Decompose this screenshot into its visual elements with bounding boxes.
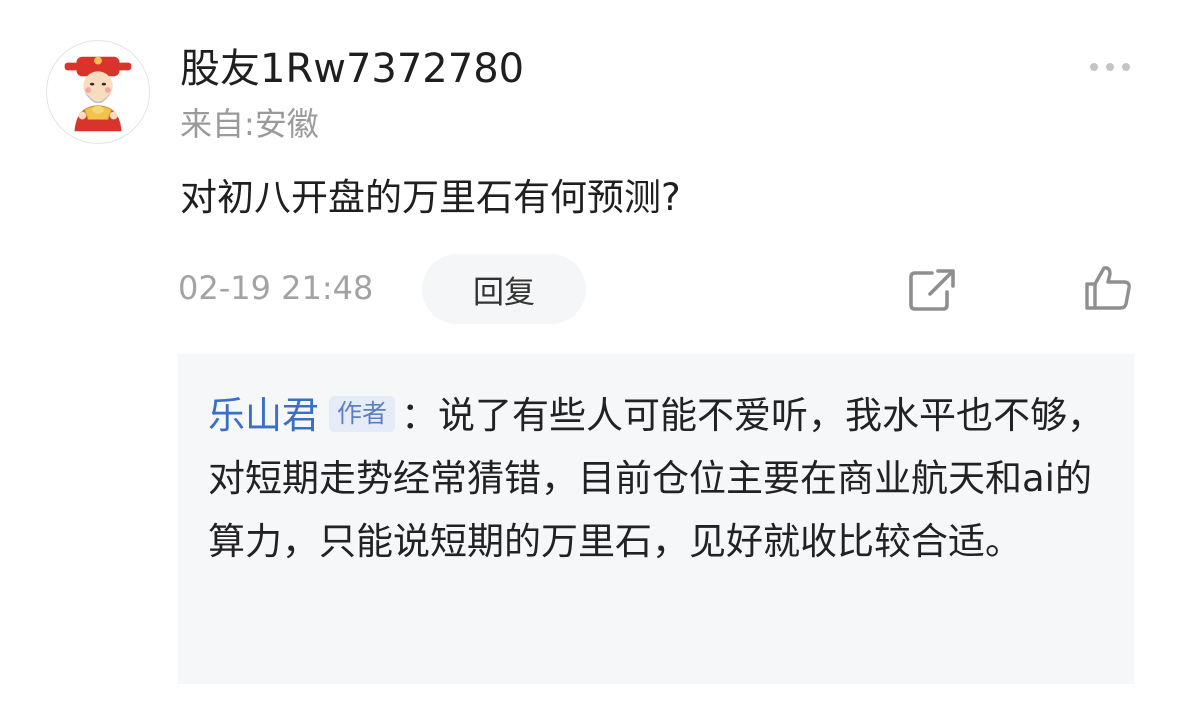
share-button[interactable] xyxy=(906,264,960,314)
avatar[interactable] xyxy=(46,40,150,144)
thumbs-up-icon xyxy=(1085,266,1131,310)
reply-button[interactable]: 回复 xyxy=(422,254,586,324)
location-label: 来自:安徽 xyxy=(180,105,319,143)
like-button[interactable] xyxy=(1082,262,1134,314)
reply-author-name[interactable]: 乐山君 xyxy=(208,394,319,437)
comment-text: 对初八开盘的万里石有何预测? xyxy=(180,176,681,219)
more-dots-icon xyxy=(1122,63,1130,71)
more-options-button[interactable] xyxy=(1078,54,1142,80)
reply-separator: ： xyxy=(401,394,439,437)
reply-text-block: 乐山君 作者 ：说了有些人可能不爱听，我水平也不够，对短期走势经常猜错，目前仓位主要… xyxy=(208,384,1104,573)
share-icon xyxy=(909,269,955,311)
caishen-avatar-icon xyxy=(64,56,132,132)
more-dots-icon xyxy=(1106,63,1114,71)
author-badge: 作者 xyxy=(329,396,396,432)
username[interactable]: 股友1Rw7372780 xyxy=(180,42,524,96)
more-dots-icon xyxy=(1090,63,1098,71)
reply-button-label: 回复 xyxy=(473,274,535,311)
author-reply-box: 乐山君 作者 ：说了有些人可能不爱听，我水平也不够，对短期走势经常猜错，目前仓位主要… xyxy=(178,354,1134,684)
comment-timestamp: 02-19 21:48 xyxy=(178,269,374,307)
